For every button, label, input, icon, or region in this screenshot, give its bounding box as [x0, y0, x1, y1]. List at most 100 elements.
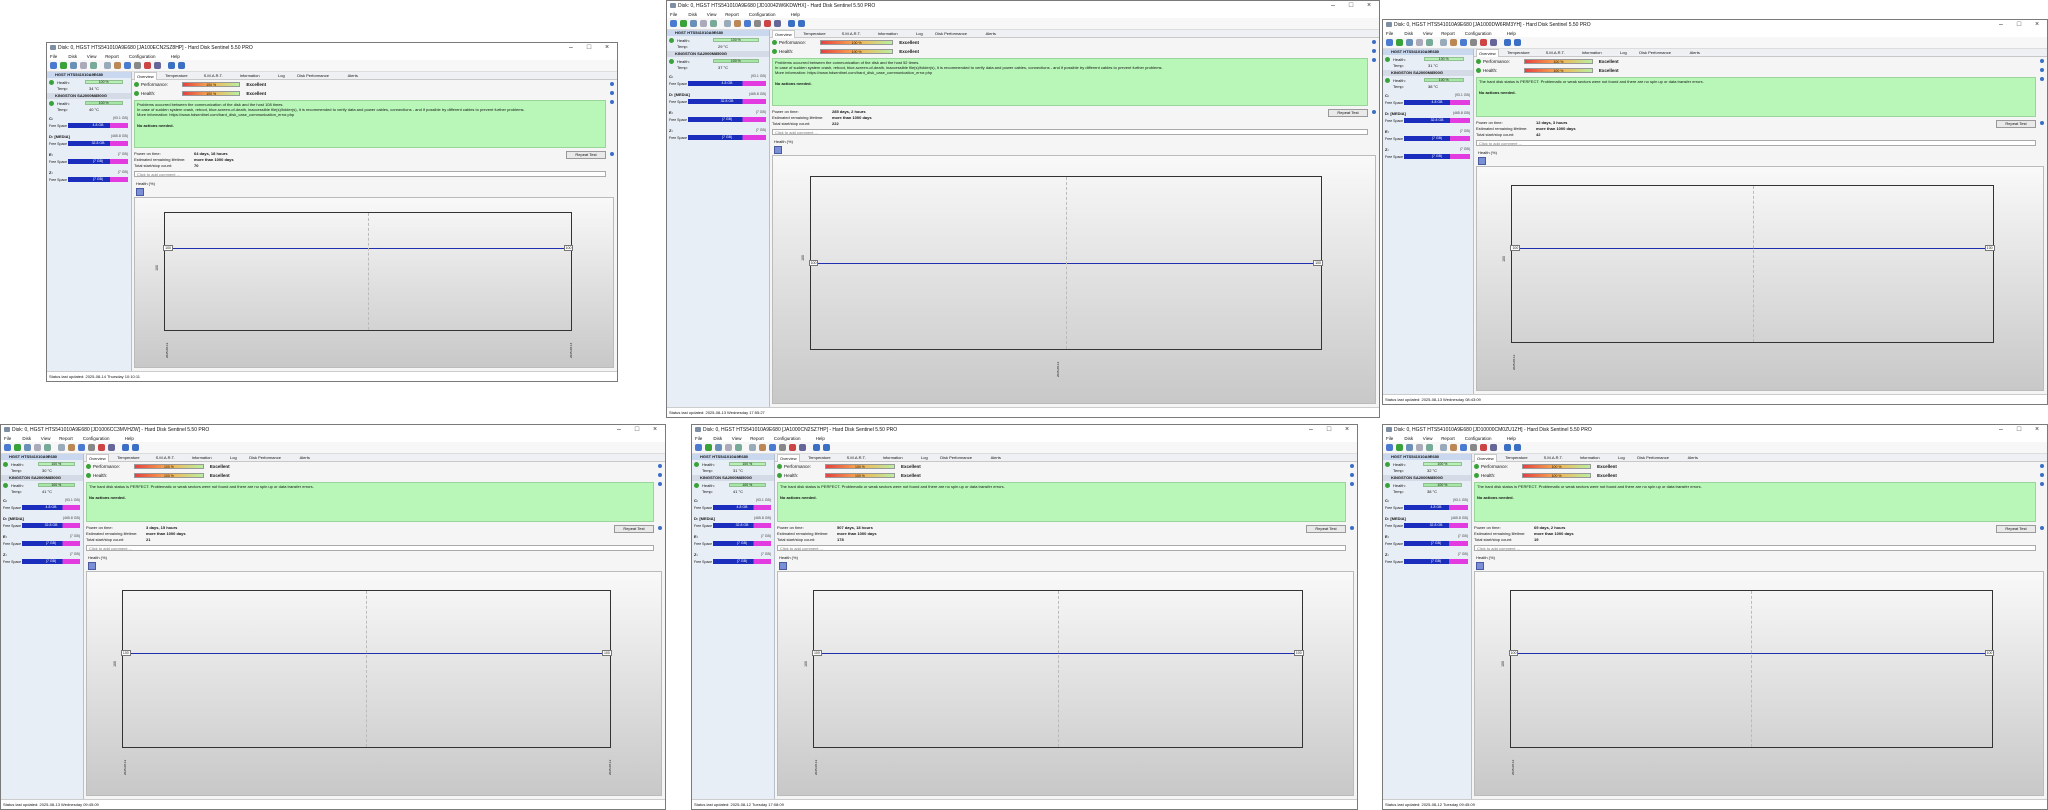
toolbar-button-icon[interactable] [134, 62, 141, 69]
menu-configuration[interactable]: Configuration [129, 54, 156, 59]
tab-disk-performance[interactable]: Disk Performance [297, 73, 329, 78]
comment-field[interactable]: Click to add comment ... [1474, 545, 2036, 551]
disk-header-hgst[interactable]: HGST HTS541010A9E680 [1383, 454, 1471, 460]
close-button[interactable]: × [601, 44, 613, 51]
menu-help[interactable]: Help [816, 436, 825, 441]
volume-2[interactable]: E: (7 GB) Free Space (7 GB) [1384, 129, 1472, 145]
close-button[interactable]: × [649, 426, 661, 433]
toolbar-button-icon[interactable] [1490, 444, 1497, 451]
menu-file[interactable]: File [50, 54, 57, 59]
tab-overview[interactable]: Overview [777, 454, 800, 462]
volume-1[interactable]: D: [MEDIA] (465.8 GB) Free Space 32.8 GB [2, 516, 82, 532]
toolbar-button-icon[interactable] [124, 62, 131, 69]
volume-3[interactable]: Z: (7 GB) Free Space (7 GB) [1384, 147, 1472, 163]
chart-options-icon[interactable] [1476, 562, 1484, 570]
toolbar-button-icon[interactable] [1426, 444, 1433, 451]
volume-0[interactable]: C: (93.1 GB) Free Space 4.8 GB [2, 498, 82, 514]
info-icon[interactable] [658, 526, 662, 530]
chart-options-icon[interactable] [136, 188, 144, 196]
comment-field[interactable]: Click to add comment ... [134, 171, 606, 177]
close-button[interactable]: × [2031, 426, 2043, 433]
minimize-button[interactable]: – [613, 426, 625, 433]
tab-information[interactable]: Information [192, 455, 212, 460]
menu-disk[interactable]: Disk [22, 436, 31, 441]
menu-file[interactable]: File [695, 436, 702, 441]
info-icon[interactable] [1372, 110, 1376, 114]
tab-log[interactable]: Log [1618, 455, 1625, 460]
toolbar-button-icon[interactable] [774, 20, 781, 27]
close-button[interactable]: × [1341, 426, 1353, 433]
menu-disk[interactable]: Disk [1404, 31, 1413, 36]
menu-disk[interactable]: Disk [688, 12, 697, 17]
menu-file[interactable]: File [1386, 436, 1393, 441]
info-icon[interactable] [658, 482, 662, 486]
tab-temperature[interactable]: Temperature [1505, 455, 1527, 460]
tab-overview[interactable]: Overview [1476, 49, 1499, 57]
info-icon[interactable] [610, 82, 614, 86]
volume-3[interactable]: Z: (7 GB) Free Space (7 GB) [668, 128, 768, 144]
chart-options-icon[interactable] [88, 562, 96, 570]
tab-s-m-a-r-t-[interactable]: S.M.A.R.T. [1544, 455, 1563, 460]
repeat-test-button[interactable]: Repeat Test [1996, 525, 2036, 533]
toolbar-button-icon[interactable] [4, 444, 11, 451]
toolbar-button-icon[interactable] [1450, 39, 1457, 46]
disk-header-hgst[interactable]: HGST HTS541010A9E680 [1383, 49, 1473, 55]
volume-0[interactable]: C: (93.1 GB) Free Space 4.8 GB [668, 74, 768, 90]
menu-disk[interactable]: Disk [713, 436, 722, 441]
toolbar-button-icon[interactable] [1440, 39, 1447, 46]
info-icon[interactable] [2040, 121, 2044, 125]
menu-view[interactable]: View [707, 12, 717, 17]
tab-information[interactable]: Information [883, 455, 903, 460]
comment-field[interactable]: Click to add comment ... [772, 129, 1368, 135]
toolbar-button-icon[interactable] [68, 444, 75, 451]
toolbar-button-icon[interactable] [1426, 39, 1433, 46]
repeat-test-button[interactable]: Repeat Test [566, 151, 606, 159]
menu-help[interactable]: Help [1507, 436, 1516, 441]
info-icon[interactable] [2040, 526, 2044, 530]
menu-help[interactable]: Help [791, 12, 800, 17]
minimize-button[interactable]: – [565, 44, 577, 51]
menu-configuration[interactable]: Configuration [1465, 31, 1492, 36]
toolbar-button-icon[interactable] [1514, 39, 1521, 46]
tab-temperature[interactable]: Temperature [808, 455, 830, 460]
disk-header-kingston[interactable]: KINGSTON SA2000M8500G [1383, 70, 1473, 76]
tab-overview[interactable]: Overview [772, 30, 795, 38]
info-icon[interactable] [610, 91, 614, 95]
menu-help[interactable]: Help [1507, 31, 1516, 36]
info-icon[interactable] [2040, 59, 2044, 63]
maximize-button[interactable]: □ [2013, 21, 2025, 28]
toolbar-button-icon[interactable] [1480, 444, 1487, 451]
toolbar-button-icon[interactable] [715, 444, 722, 451]
toolbar-button-icon[interactable] [789, 444, 796, 451]
info-icon[interactable] [2040, 464, 2044, 468]
toolbar-button-icon[interactable] [14, 444, 21, 451]
info-icon[interactable] [1372, 40, 1376, 44]
tab-temperature[interactable]: Temperature [117, 455, 139, 460]
maximize-button[interactable]: □ [1345, 2, 1357, 9]
disk-header-kingston[interactable]: KINGSTON SA2000M8500G [1383, 475, 1471, 481]
menu-report[interactable]: Report [105, 54, 119, 59]
chart-options-icon[interactable] [779, 562, 787, 570]
toolbar-button-icon[interactable] [690, 20, 697, 27]
toolbar-button-icon[interactable] [34, 444, 41, 451]
volume-2[interactable]: E: (7 GB) Free Space (7 GB) [693, 534, 773, 550]
toolbar-button-icon[interactable] [154, 62, 161, 69]
toolbar-button-icon[interactable] [178, 62, 185, 69]
toolbar-button-icon[interactable] [44, 444, 51, 451]
tab-s-m-a-r-t-[interactable]: S.M.A.R.T. [847, 455, 866, 460]
info-icon[interactable] [2040, 77, 2044, 81]
toolbar-button-icon[interactable] [1440, 444, 1447, 451]
menu-help[interactable]: Help [171, 54, 180, 59]
disk-header-hgst[interactable]: HGST HTS541010A9E680 [1, 454, 83, 460]
tab-alerts[interactable]: Alerts [1688, 455, 1698, 460]
info-icon[interactable] [1372, 58, 1376, 62]
maximize-button[interactable]: □ [583, 44, 595, 51]
volume-2[interactable]: E: (7 GB) Free Space (7 GB) [2, 534, 82, 550]
toolbar-button-icon[interactable] [122, 444, 129, 451]
volume-1[interactable]: D: [MEDIA] (465.8 GB) Free Space 32.8 GB [1384, 111, 1472, 127]
tab-log[interactable]: Log [1620, 50, 1627, 55]
tab-alerts[interactable]: Alerts [300, 455, 310, 460]
menu-configuration[interactable]: Configuration [774, 436, 801, 441]
toolbar-button-icon[interactable] [700, 20, 707, 27]
toolbar-button-icon[interactable] [108, 444, 115, 451]
